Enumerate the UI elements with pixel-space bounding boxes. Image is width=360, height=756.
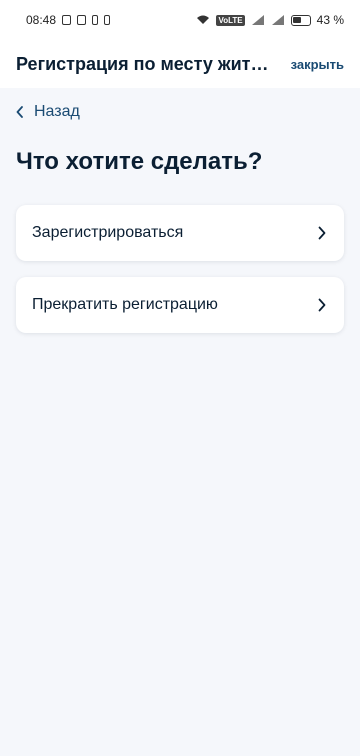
wifi-icon (196, 15, 210, 25)
option-label: Зарегистрироваться (32, 224, 184, 241)
option-register[interactable]: Зарегистрироваться (16, 205, 344, 261)
status-bar: 08:48 VoLTE 43 % (0, 0, 360, 40)
chevron-right-icon (318, 226, 326, 240)
battery-icon (290, 14, 311, 26)
battery-percent: 43 % (316, 13, 344, 27)
volte-badge: VoLTE (216, 14, 245, 26)
option-stop-registration[interactable]: Прекратить регистрацию (16, 277, 344, 333)
chevron-left-icon (16, 106, 24, 118)
app-header: Регистрация по месту жите... закрыть (0, 40, 360, 88)
chevron-right-icon (318, 298, 326, 312)
signal-icon (251, 15, 265, 25)
nfc-icon (62, 15, 72, 25)
status-left: 08:48 (26, 13, 111, 27)
vibrate-icon (92, 15, 99, 25)
header-title: Регистрация по месту жите... (16, 53, 272, 74)
close-button[interactable]: закрыть (283, 57, 344, 72)
back-button[interactable]: Назад (16, 100, 80, 124)
status-right: VoLTE 43 % (196, 13, 344, 27)
status-time: 08:48 (26, 13, 57, 27)
option-label: Прекратить регистрацию (32, 296, 218, 313)
alarm-icon (77, 15, 87, 25)
back-label: Назад (34, 103, 80, 120)
options-list: Зарегистрироваться Прекратить регистраци… (16, 205, 344, 349)
page-title: Что хотите сделать? (16, 148, 263, 175)
notification-icon (104, 15, 111, 25)
signal-icon-2 (271, 15, 285, 25)
